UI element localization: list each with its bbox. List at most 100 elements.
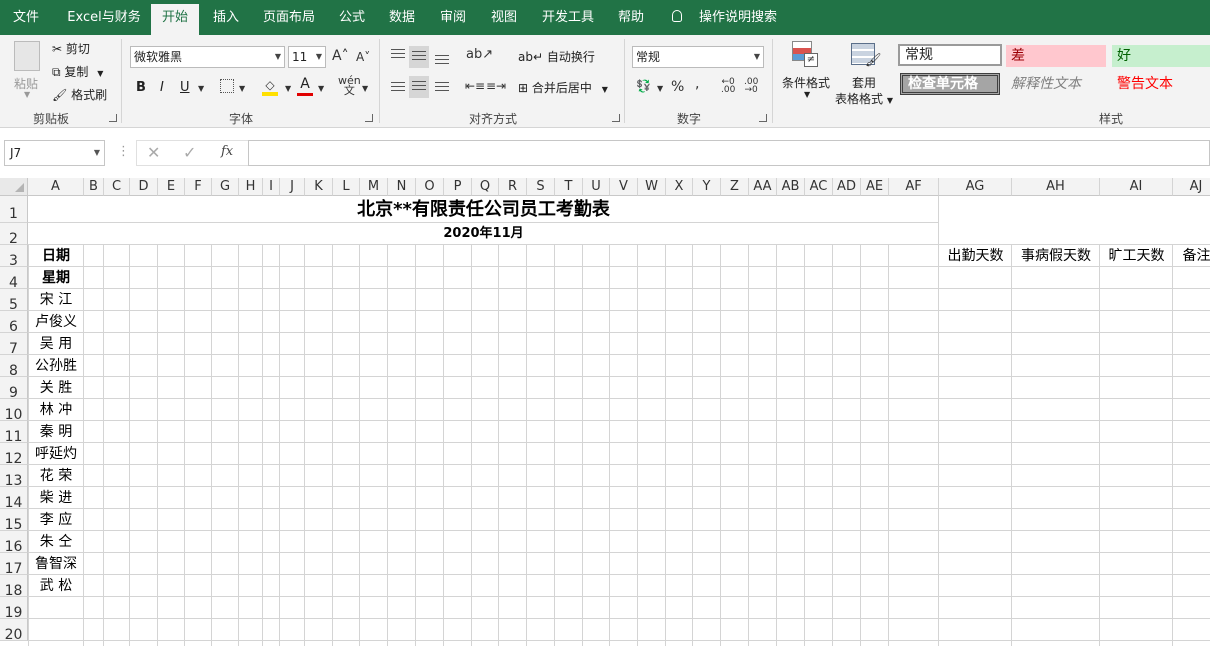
row-header-4[interactable]: 4 xyxy=(0,267,28,291)
clipboard-launcher-icon[interactable] xyxy=(109,114,117,122)
column-header-N[interactable]: N xyxy=(388,178,416,196)
row-header-18[interactable]: 18 xyxy=(0,575,28,599)
font-color-icon[interactable]: A xyxy=(297,76,313,96)
align-right-icon[interactable] xyxy=(435,79,449,94)
select-all-corner[interactable] xyxy=(0,178,28,196)
enter-icon[interactable]: ✓ xyxy=(183,143,196,162)
menu-data[interactable]: 数据 xyxy=(381,0,423,35)
column-header-J[interactable]: J xyxy=(280,178,305,196)
column-header-K[interactable]: K xyxy=(305,178,333,196)
column-header-Z[interactable]: Z xyxy=(721,178,749,196)
column-header-AC[interactable]: AC xyxy=(805,178,833,196)
column-header-Y[interactable]: Y xyxy=(693,178,721,196)
column-header-AJ[interactable]: AJ xyxy=(1173,178,1210,196)
column-header-D[interactable]: D xyxy=(130,178,158,196)
italic-button[interactable]: I xyxy=(160,80,164,95)
copy-dropdown-icon[interactable]: ▼ xyxy=(97,69,103,78)
number-format-select[interactable]: 常规 ▼ xyxy=(632,46,764,68)
chevron-down-icon[interactable]: ▼ xyxy=(362,84,368,93)
menu-home[interactable]: 开始 xyxy=(151,4,199,35)
font-size-select[interactable]: 11 ▼ xyxy=(288,46,326,68)
row-header-9[interactable]: 9 xyxy=(0,377,28,401)
align-left-icon[interactable] xyxy=(391,79,405,94)
column-header-O[interactable]: O xyxy=(416,178,444,196)
column-header-X[interactable]: X xyxy=(666,178,693,196)
column-header-AA[interactable]: AA xyxy=(749,178,777,196)
column-header-I[interactable]: I xyxy=(263,178,280,196)
column-header-S[interactable]: S xyxy=(527,178,555,196)
column-header-C[interactable]: C xyxy=(104,178,130,196)
menu-formulas[interactable]: 公式 xyxy=(331,0,373,35)
paste-dropdown-icon[interactable]: ▼ xyxy=(24,90,30,99)
decrease-decimal-icon[interactable]: .00 →0 xyxy=(744,78,758,95)
column-header-F[interactable]: F xyxy=(185,178,212,196)
column-header-AG[interactable]: AG xyxy=(939,178,1012,196)
comma-style-icon[interactable]: , xyxy=(695,76,699,92)
column-header-G[interactable]: G xyxy=(212,178,239,196)
merge-center-button[interactable]: ⊞ 合并后居中 ▼ xyxy=(518,79,608,96)
column-header-T[interactable]: T xyxy=(555,178,583,196)
bold-button[interactable]: B xyxy=(136,80,146,95)
chevron-down-icon[interactable]: ▼ xyxy=(239,84,245,93)
currency-icon[interactable]: 💱 xyxy=(636,79,651,93)
menu-developer[interactable]: 开发工具 xyxy=(535,0,601,35)
copy-button[interactable]: ⧉ 复制 ▼ xyxy=(52,63,103,80)
increase-font-icon[interactable]: A˄ xyxy=(332,48,349,64)
cell-grid[interactable]: 北京**有限责任公司员工考勤表 2020年11月 日期 星期宋 江卢俊义吴 用公孙胜关… xyxy=(28,196,1210,646)
style-normal[interactable]: 常规 xyxy=(898,44,1002,66)
borders-icon[interactable] xyxy=(220,79,234,93)
tell-me-search[interactable]: 操作说明搜索 xyxy=(690,0,786,35)
orientation-icon[interactable]: ab↗ xyxy=(466,47,493,62)
name-box[interactable]: J7 ▼ xyxy=(4,140,105,166)
row-header-13[interactable]: 13 xyxy=(0,465,28,489)
fill-color-icon[interactable]: ◇ xyxy=(262,78,278,96)
column-header-R[interactable]: R xyxy=(499,178,527,196)
column-header-AI[interactable]: AI xyxy=(1100,178,1173,196)
column-header-L[interactable]: L xyxy=(333,178,360,196)
style-good[interactable]: 好 xyxy=(1112,45,1210,67)
format-painter-button[interactable]: 🖌 格式刷 xyxy=(52,86,107,103)
underline-button[interactable]: U xyxy=(180,80,190,95)
column-header-H[interactable]: H xyxy=(239,178,263,196)
more-options-icon[interactable]: ⋮ xyxy=(117,144,130,159)
row-header-7[interactable]: 7 xyxy=(0,333,28,357)
font-name-select[interactable]: 微软雅黑 ▼ xyxy=(130,46,285,68)
cut-button[interactable]: ✂ 剪切 xyxy=(52,40,90,57)
align-bottom-icon[interactable] xyxy=(435,52,449,67)
menu-help[interactable]: 帮助 xyxy=(610,0,652,35)
align-middle-icon[interactable] xyxy=(409,46,429,68)
column-header-A[interactable]: A xyxy=(28,178,84,196)
menu-excel-finance[interactable]: Excel与财务 xyxy=(62,0,146,35)
column-header-U[interactable]: U xyxy=(583,178,610,196)
chevron-down-icon[interactable]: ▼ xyxy=(318,84,324,93)
cancel-icon[interactable]: ✕ xyxy=(147,143,160,162)
row-header-10[interactable]: 10 xyxy=(0,399,28,423)
style-check-cell[interactable]: 检查单元格 xyxy=(900,73,1000,95)
column-header-B[interactable]: B xyxy=(84,178,104,196)
align-top-icon[interactable] xyxy=(391,46,405,61)
insert-function-icon[interactable]: fx xyxy=(221,144,233,159)
row-header-14[interactable]: 14 xyxy=(0,487,28,511)
chevron-down-icon[interactable]: ▼ xyxy=(285,84,291,93)
font-launcher-icon[interactable] xyxy=(365,114,373,122)
increase-decimal-icon[interactable]: ←0.00 xyxy=(721,78,735,95)
menu-file[interactable]: 文件 xyxy=(5,0,47,35)
column-header-AB[interactable]: AB xyxy=(777,178,805,196)
alignment-launcher-icon[interactable] xyxy=(612,114,620,122)
menu-review[interactable]: 审阅 xyxy=(432,0,474,35)
column-header-W[interactable]: W xyxy=(638,178,666,196)
row-header-6[interactable]: 6 xyxy=(0,311,28,335)
decrease-indent-icon[interactable]: ⇤≡ xyxy=(465,79,485,93)
column-header-AD[interactable]: AD xyxy=(833,178,861,196)
row-header-3[interactable]: 3 xyxy=(0,245,28,269)
row-header-16[interactable]: 16 xyxy=(0,531,28,555)
decrease-font-icon[interactable]: A˅ xyxy=(356,50,370,64)
column-header-E[interactable]: E xyxy=(158,178,185,196)
style-bad[interactable]: 差 xyxy=(1006,45,1106,67)
column-header-AE[interactable]: AE xyxy=(861,178,889,196)
menu-insert[interactable]: 插入 xyxy=(205,0,247,35)
column-header-AH[interactable]: AH xyxy=(1012,178,1100,196)
column-header-V[interactable]: V xyxy=(610,178,638,196)
number-launcher-icon[interactable] xyxy=(759,114,767,122)
row-header-17[interactable]: 17 xyxy=(0,553,28,577)
